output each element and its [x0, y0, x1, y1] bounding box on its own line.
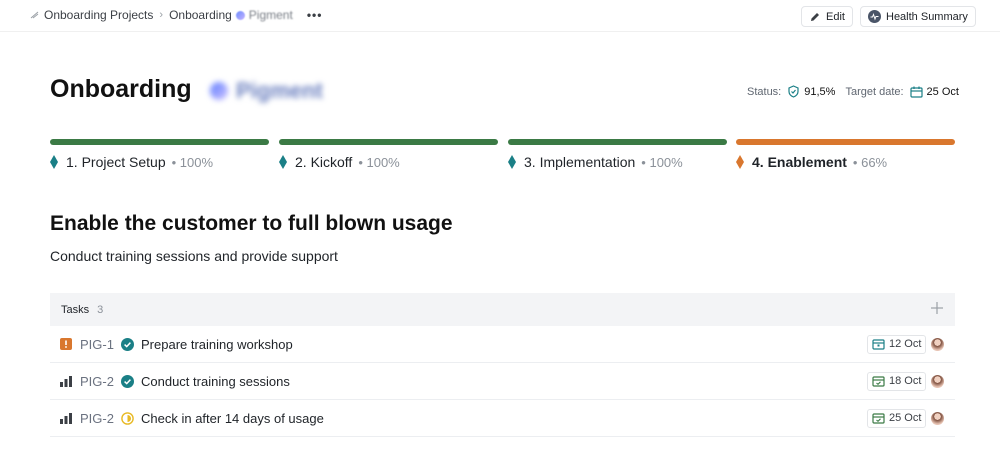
client-logo-icon [235, 10, 245, 20]
calendar-icon [872, 339, 885, 350]
task-name[interactable]: Check in after 14 days of usage [141, 411, 324, 426]
client-name: Pigment [236, 78, 323, 103]
assignee-avatar[interactable] [931, 411, 944, 425]
task-row[interactable]: PIG-2 Check in after 14 days of usage 25… [50, 400, 955, 437]
projects-icon [30, 11, 39, 19]
done-icon[interactable] [121, 337, 134, 351]
add-task-icon[interactable] [929, 300, 945, 316]
task-key[interactable]: PIG-1 [80, 337, 114, 352]
done-icon[interactable] [121, 374, 134, 388]
phase-percent: • 100% [358, 154, 400, 170]
more-options-button[interactable]: ••• [307, 8, 323, 22]
tasks-header: Tasks 3 [50, 293, 955, 326]
tasks-count: 3 [97, 303, 104, 316]
phase-implementation[interactable]: 3. Implementation • 100% [508, 139, 727, 170]
phase-percent: • 100% [171, 154, 214, 170]
diamond-icon [279, 155, 287, 169]
task-name[interactable]: Conduct training sessions [141, 374, 290, 389]
breadcrumb-separator: › [159, 9, 164, 21]
due-date-badge[interactable]: 12 Oct [867, 334, 927, 354]
calendar-icon [909, 86, 923, 98]
breadcrumb-client[interactable]: Pigment [249, 8, 293, 22]
phase-progress-bar [279, 139, 498, 145]
health-summary-button[interactable]: Health Summary [860, 6, 976, 27]
assignee-avatar[interactable] [931, 374, 944, 388]
assignee-avatar[interactable] [931, 337, 944, 351]
breadcrumb-item-onboarding[interactable]: Onboarding [169, 8, 232, 22]
client-name-blurred: Pigment [210, 78, 323, 104]
task-row[interactable]: PIG-1 Prepare training workshop 12 Oct [50, 326, 955, 363]
task-key[interactable]: PIG-2 [80, 374, 114, 389]
client-logo-icon [210, 82, 228, 100]
section-subtitle: Conduct training sessions and provide su… [50, 248, 338, 264]
edit-button[interactable]: Edit [801, 6, 853, 27]
target-date-value: 25 Oct [926, 85, 959, 98]
edit-label: Edit [826, 10, 845, 23]
due-date: 12 Oct [889, 338, 922, 350]
task-key[interactable]: PIG-2 [80, 411, 114, 426]
phase-name: 3. Implementation [524, 154, 636, 170]
due-date-badge[interactable]: 25 Oct [867, 408, 927, 428]
calendar-check-icon [872, 376, 885, 387]
project-meta: Status: 91,5% Target date: 25 Oct [747, 85, 959, 98]
priority-bars-icon [60, 413, 72, 424]
diamond-icon [50, 155, 58, 169]
section-title: Enable the customer to full blown usage [50, 212, 453, 235]
phase-kickoff[interactable]: 2. Kickoff • 100% [279, 139, 498, 170]
phase-progress-bar [508, 139, 727, 145]
pulse-icon [868, 10, 881, 23]
diamond-icon [736, 155, 744, 169]
diamond-icon [508, 155, 516, 169]
pencil-icon [811, 12, 819, 21]
task-name[interactable]: Prepare training workshop [141, 337, 293, 352]
breadcrumb: Onboarding Projects › Onboarding Pigment… [30, 8, 322, 22]
in-progress-icon[interactable] [121, 411, 134, 425]
due-date: 18 Oct [889, 375, 922, 387]
phase-name: 2. Kickoff [295, 154, 353, 170]
status-label: Status: [747, 85, 782, 98]
phase-percent: • 66% [852, 154, 888, 170]
priority-bars-icon [60, 376, 72, 387]
phase-enablement[interactable]: 4. Enablement • 66% [736, 139, 955, 170]
health-summary-label: Health Summary [886, 10, 968, 23]
phase-percent: • 100% [641, 154, 683, 170]
page-title: Onboarding [50, 75, 192, 103]
due-date-badge[interactable]: 18 Oct [867, 371, 927, 391]
due-date: 25 Oct [889, 412, 922, 424]
shield-check-icon [788, 85, 799, 98]
phase-name: 4. Enablement [752, 154, 847, 170]
phase-progress-bar [736, 139, 955, 145]
status-value: 91,5% [804, 85, 836, 98]
task-row[interactable]: PIG-2 Conduct training sessions 18 Oct [50, 363, 955, 400]
phase-name: 1. Project Setup [66, 154, 166, 170]
breadcrumb-item-projects[interactable]: Onboarding Projects [44, 8, 153, 22]
target-date-label: Target date: [845, 85, 904, 98]
tasks-label: Tasks [61, 303, 90, 316]
phase-project-setup[interactable]: 1. Project Setup • 100% [50, 139, 269, 170]
urgent-icon [60, 338, 72, 350]
calendar-check-icon [872, 413, 885, 424]
top-bar: Onboarding Projects › Onboarding Pigment… [0, 0, 1000, 32]
phase-progress-bar [50, 139, 269, 145]
